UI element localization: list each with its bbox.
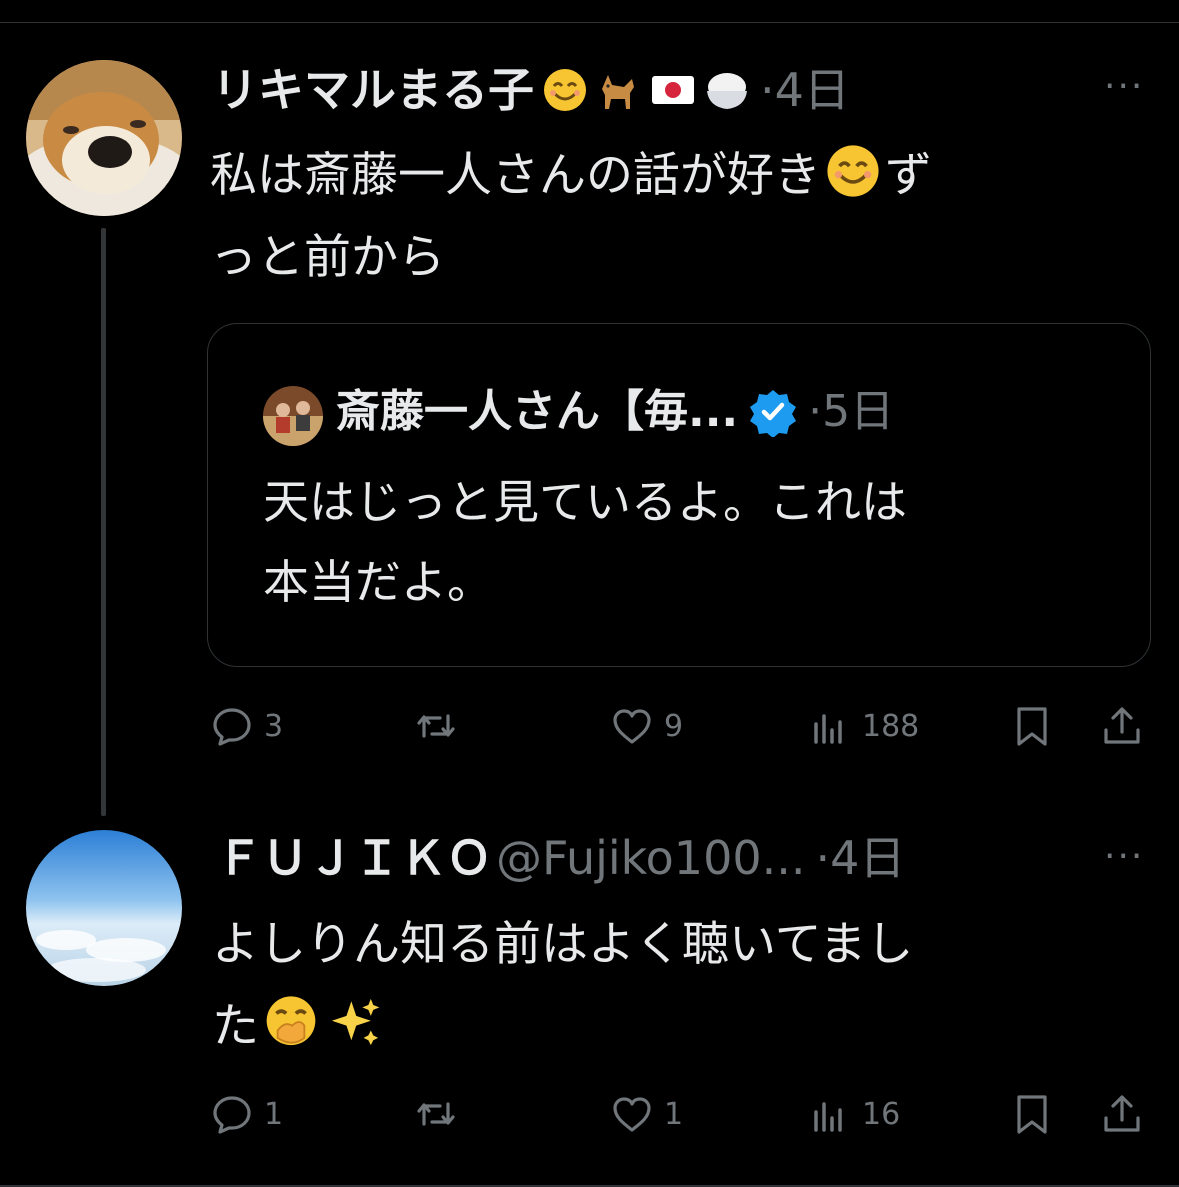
quoted-text: 天はじっと見ているよ。これは 本当だよ。	[263, 462, 907, 622]
tweet1-retweet-button[interactable]	[414, 704, 468, 748]
tweet1-reply-button[interactable]: 3	[210, 704, 283, 748]
verified-badge-icon	[750, 390, 797, 437]
dog-emoji-icon	[602, 75, 634, 109]
tweet2-view-count: 16	[862, 1096, 901, 1132]
tweet1-display-name[interactable]: リキマルまる子	[212, 60, 534, 120]
quoted-separator: ·	[808, 386, 823, 437]
tweet2-handle[interactable]: @Fujiko100...	[496, 828, 805, 888]
tweet1-more-button[interactable]: ···	[1104, 66, 1144, 107]
tweet2-header: ＦＵＪＩＫＯ @Fujiko100... · 4日	[216, 828, 905, 888]
tweet2-like-count: 1	[664, 1096, 684, 1132]
tweet2-display-name[interactable]: ＦＵＪＩＫＯ	[216, 828, 492, 888]
tweet1-like-count: 9	[664, 708, 684, 744]
tweet1-like-button[interactable]: 9	[610, 704, 683, 748]
hand-over-mouth-emoji-icon	[266, 996, 316, 1046]
rice-bowl-emoji-icon	[707, 73, 747, 109]
japan-flag-emoji-icon	[652, 76, 694, 104]
bookmark-icon	[1017, 1095, 1047, 1134]
heart-icon	[613, 709, 651, 744]
smiling-face-emoji-icon	[544, 69, 586, 111]
tweet1-view-count: 188	[862, 708, 920, 744]
avatar-sky[interactable]	[26, 830, 182, 986]
avatar-shiba[interactable]	[26, 60, 182, 216]
share-icon	[1104, 1095, 1140, 1132]
tweet1-text-line1-end: ず	[885, 148, 932, 203]
tweet2-bookmark-button[interactable]	[1010, 1092, 1054, 1136]
retweet-icon	[417, 714, 455, 738]
tweet1-timestamp[interactable]: 4日	[775, 60, 850, 120]
top-divider	[0, 22, 1179, 23]
thread-line	[101, 228, 106, 816]
tweet1-text-line1: 私は斎藤一人さんの話が好き	[210, 148, 821, 203]
tweet2-retweet-button[interactable]	[414, 1092, 468, 1136]
views-chart-icon	[814, 1102, 842, 1132]
share-icon	[1104, 707, 1140, 744]
tweet1-header: リキマルまる子 · 4日	[212, 60, 850, 120]
tweet2-text-line1: よしりん知る前はよく聴いてまし	[212, 917, 914, 972]
tweet1-reply-count: 3	[264, 708, 284, 744]
heart-icon	[613, 1097, 651, 1132]
quoted-text-line1: 天はじっと見ているよ。これは	[263, 475, 907, 529]
quoted-text-line2: 本当だよ。	[263, 555, 493, 609]
tweet1-text: 私は斎藤一人さんの話が好き ず っと前から	[210, 135, 932, 299]
tweet2-text-line2: た	[212, 999, 259, 1054]
quoted-tweet-card[interactable]: 斎藤一人さん【毎... · 5日 天はじっと見ているよ。これは 本当だよ。	[207, 323, 1151, 667]
quoted-display-name: 斎藤一人さん【毎...	[336, 386, 739, 437]
tweet1-share-button[interactable]	[1100, 704, 1144, 748]
reply-icon	[213, 708, 251, 746]
tweet2-text: よしりん知る前はよく聴いてまし た	[212, 904, 913, 1068]
retweet-icon	[417, 1102, 455, 1126]
smiling-face-emoji-icon	[827, 145, 879, 197]
quoted-timestamp: 5日	[822, 386, 895, 437]
quoted-avatar	[263, 386, 323, 446]
tweet2-views-button[interactable]: 16	[808, 1092, 900, 1136]
tweet2-separator: ·	[815, 831, 831, 885]
tweet2-timestamp[interactable]: 4日	[830, 828, 905, 888]
tweet1-text-line2: っと前から	[210, 230, 445, 285]
views-chart-icon	[814, 714, 842, 744]
tweet1-bookmark-button[interactable]	[1010, 704, 1054, 748]
bookmark-icon	[1017, 707, 1047, 746]
tweet1-views-button[interactable]: 188	[808, 704, 919, 748]
reply-icon	[213, 1096, 251, 1134]
tweet2-more-button[interactable]: ···	[1104, 836, 1144, 877]
sparkles-emoji-icon	[331, 998, 380, 1046]
tweet2-action-bar: 1 1 16	[210, 1092, 1150, 1142]
tweet2-reply-button[interactable]: 1	[210, 1092, 283, 1136]
tweet2-reply-count: 1	[264, 1096, 284, 1132]
tweet1-separator: ·	[760, 63, 775, 117]
quoted-header: 斎藤一人さん【毎... · 5日	[336, 382, 894, 442]
tweet1-action-bar: 3 9 188	[210, 704, 1150, 754]
tweet2-share-button[interactable]	[1100, 1092, 1144, 1136]
tweet2-like-button[interactable]: 1	[610, 1092, 683, 1136]
